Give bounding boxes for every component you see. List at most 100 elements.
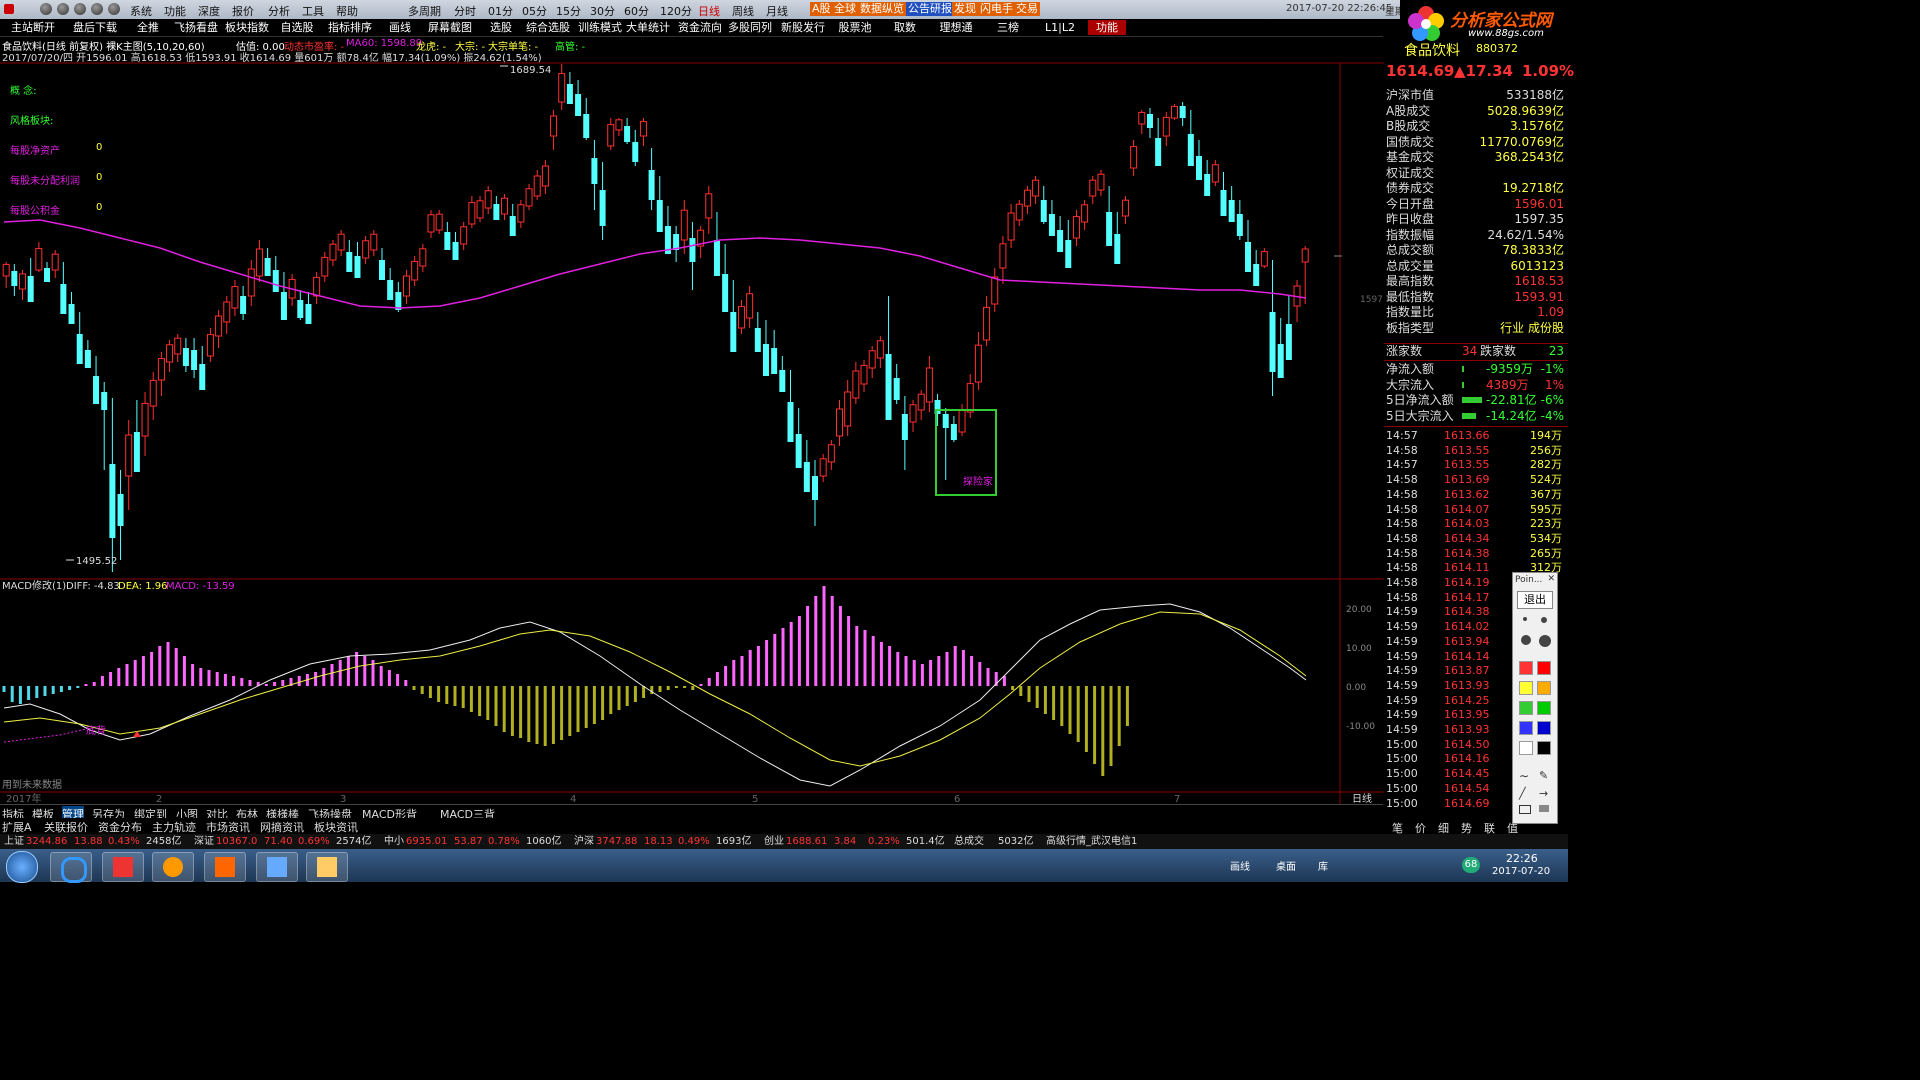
candle[interactable]: [444, 232, 451, 250]
candle[interactable]: [1040, 200, 1047, 222]
candle[interactable]: [689, 238, 696, 262]
candle[interactable]: [2, 263, 10, 277]
candle[interactable]: [999, 243, 1007, 269]
candle[interactable]: [599, 190, 606, 226]
candle[interactable]: [827, 444, 835, 463]
candle[interactable]: [1155, 138, 1162, 166]
browser-icon[interactable]: [50, 852, 92, 883]
arrow-tool-icon[interactable]: →: [1539, 787, 1548, 800]
candle[interactable]: [133, 432, 140, 472]
candle[interactable]: [35, 248, 43, 271]
color-swatch[interactable]: [1537, 741, 1551, 755]
candle[interactable]: [901, 414, 908, 440]
candle[interactable]: [607, 124, 615, 147]
candle[interactable]: [468, 202, 476, 225]
candle[interactable]: [427, 214, 435, 233]
candle[interactable]: [974, 344, 982, 383]
candle[interactable]: [876, 340, 884, 359]
candle[interactable]: [1236, 214, 1243, 236]
candle[interactable]: [60, 284, 67, 314]
candle[interactable]: [762, 344, 769, 376]
color-swatch[interactable]: [1519, 741, 1533, 755]
curve-tool-icon[interactable]: ∼: [1519, 769, 1529, 783]
candle[interactable]: [493, 204, 500, 220]
candle[interactable]: [223, 301, 231, 323]
candle[interactable]: [1187, 134, 1194, 166]
candle[interactable]: [215, 315, 223, 337]
rect-tool-icon[interactable]: [1519, 805, 1531, 814]
candle[interactable]: [983, 306, 991, 341]
candle[interactable]: [460, 226, 468, 245]
candle[interactable]: [1195, 156, 1202, 180]
candle[interactable]: [231, 286, 239, 309]
candle[interactable]: [713, 240, 720, 276]
candle[interactable]: [117, 494, 124, 526]
candle[interactable]: [11, 271, 18, 286]
color-swatch[interactable]: [1537, 661, 1551, 675]
candle[interactable]: [566, 84, 573, 104]
info-tab[interactable]: 网摘资讯: [260, 819, 304, 835]
candle[interactable]: [1106, 212, 1113, 246]
candle[interactable]: [452, 242, 459, 260]
candle[interactable]: [705, 193, 713, 219]
candle[interactable]: [93, 376, 100, 404]
toolbox-close-icon[interactable]: ✕: [1547, 574, 1555, 584]
candle[interactable]: [27, 276, 34, 302]
candle[interactable]: [558, 73, 566, 103]
candle[interactable]: [966, 383, 974, 413]
candle[interactable]: [1121, 199, 1129, 217]
candle[interactable]: [868, 350, 876, 369]
candle[interactable]: [206, 334, 214, 357]
color-swatch[interactable]: [1519, 681, 1533, 695]
candle[interactable]: [166, 344, 174, 363]
candle[interactable]: [656, 200, 663, 232]
color-swatch[interactable]: [1519, 661, 1533, 675]
info-tab[interactable]: 关联报价: [44, 819, 88, 835]
candle[interactable]: [1245, 242, 1252, 272]
candle[interactable]: [885, 354, 892, 420]
candle[interactable]: [737, 306, 745, 329]
app-icon[interactable]: [152, 852, 194, 882]
candle[interactable]: [255, 248, 263, 277]
candle[interactable]: [917, 393, 925, 411]
candle[interactable]: [680, 209, 688, 241]
color-swatch[interactable]: [1537, 681, 1551, 695]
candle[interactable]: [525, 188, 533, 207]
candle[interactable]: [860, 364, 868, 385]
color-swatch[interactable]: [1519, 721, 1533, 735]
candle[interactable]: [337, 233, 345, 251]
candle[interactable]: [101, 392, 108, 410]
index-name[interactable]: 中小: [384, 834, 404, 849]
candle[interactable]: [1015, 203, 1023, 221]
tray-desktop[interactable]: 桌面: [1276, 858, 1296, 873]
candle[interactable]: [893, 378, 900, 400]
candle[interactable]: [435, 213, 443, 231]
candle[interactable]: [1072, 216, 1080, 239]
index-name[interactable]: 沪深: [574, 834, 594, 849]
candle[interactable]: [1089, 179, 1097, 197]
candle[interactable]: [771, 348, 778, 374]
candle[interactable]: [109, 464, 116, 538]
candle[interactable]: [942, 414, 949, 428]
dot-tool-icon[interactable]: [1539, 635, 1551, 647]
candle[interactable]: [387, 280, 394, 300]
fill-rect-tool-icon[interactable]: [1539, 805, 1549, 812]
app-icon[interactable]: [204, 852, 246, 882]
candle[interactable]: [909, 404, 917, 423]
dot-tool-icon[interactable]: [1521, 635, 1531, 645]
candle[interactable]: [950, 424, 957, 440]
candle[interactable]: [378, 260, 385, 280]
candle[interactable]: [264, 258, 271, 276]
candle[interactable]: [157, 358, 165, 381]
candle[interactable]: [722, 274, 729, 312]
candle[interactable]: [297, 300, 304, 318]
start-button[interactable]: [6, 851, 38, 883]
candle[interactable]: [1269, 312, 1276, 372]
candle[interactable]: [1023, 189, 1031, 207]
candle[interactable]: [639, 121, 647, 137]
candle[interactable]: [836, 408, 844, 437]
app-icon[interactable]: [306, 852, 348, 882]
candle[interactable]: [272, 270, 279, 292]
candle[interactable]: [615, 119, 623, 131]
candle[interactable]: [149, 379, 157, 407]
